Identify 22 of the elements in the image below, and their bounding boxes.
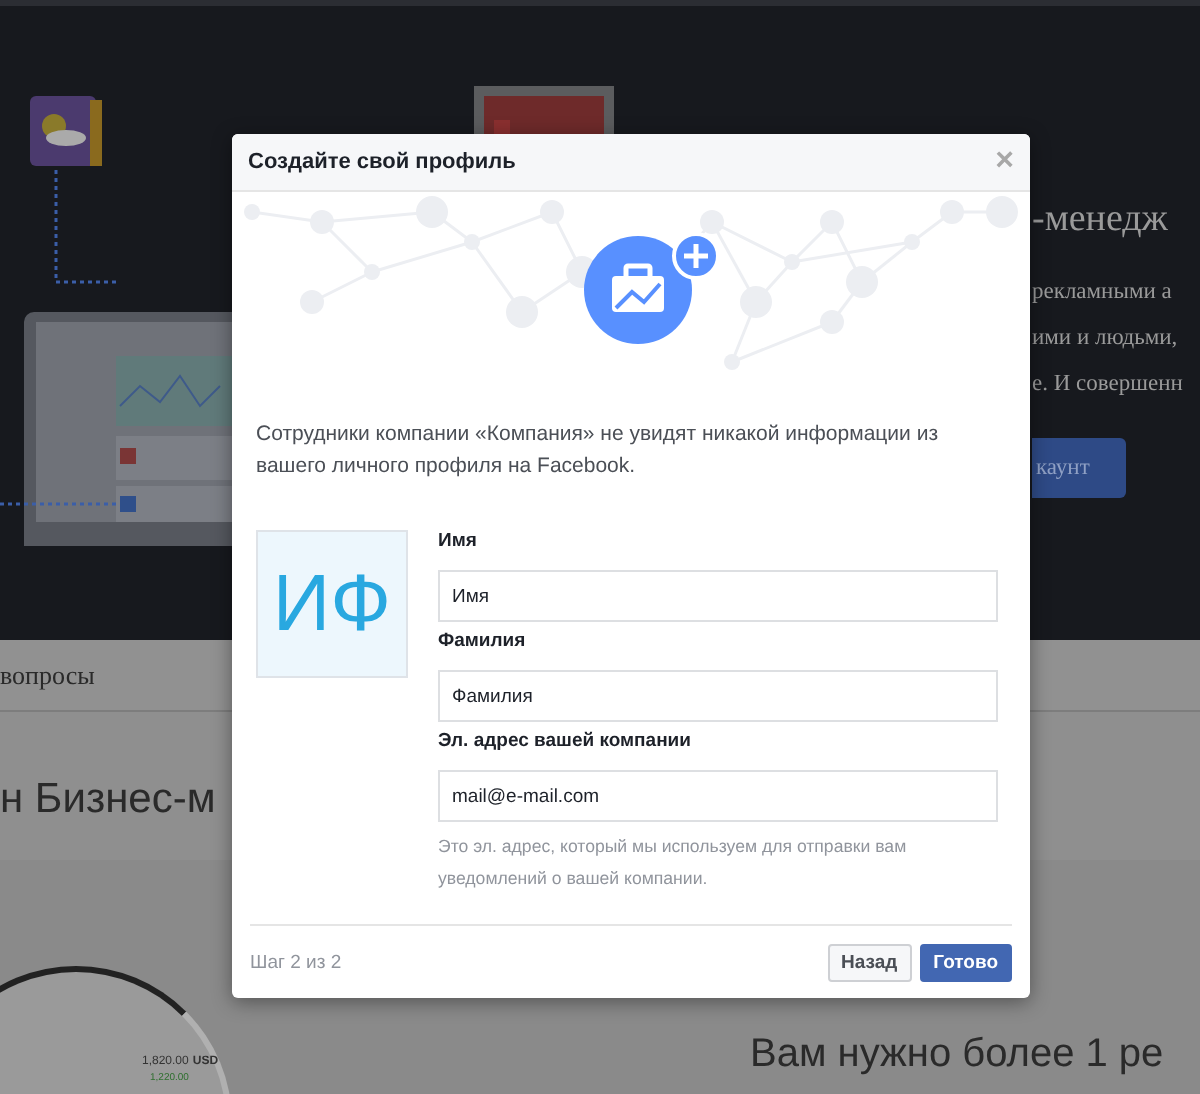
step-text: Шаг 2 из 2 xyxy=(250,952,342,974)
page-text: рекламными а xyxy=(1032,278,1172,308)
description-text: Сотрудники компании «Компания» не увидят никакой информации из вашего личного профиля на Facebook. xyxy=(256,420,941,482)
page-text: ими и людьми, xyxy=(1032,324,1178,354)
field-label: Эл. адрес вашей компании xyxy=(438,730,693,754)
page-text: е. И совершенн xyxy=(1032,370,1183,400)
avatar-initials: ИФ xyxy=(256,530,408,678)
page-heading: -менедж xyxy=(1032,198,1168,242)
nav-link[interactable]: вопросы xyxy=(0,659,95,691)
input-field[interactable]: mail@e-mail.com xyxy=(438,770,998,822)
done-button[interactable]: Готово xyxy=(919,944,1012,982)
back-button[interactable]: Назад xyxy=(827,944,912,982)
picture-frame-drawing xyxy=(474,86,614,136)
input-field[interactable]: Имя xyxy=(438,570,998,622)
section-heading: н Бизнес-м xyxy=(0,774,216,824)
hint-text: Это эл. адрес, который мы используем для отправки вам уведомлений о вашей компании. xyxy=(438,834,909,892)
field-label: Фамилия xyxy=(438,630,528,654)
section-heading: Вам нужно более 1 ре xyxy=(750,1032,1164,1080)
briefcase-add-icon xyxy=(583,232,719,344)
dialog-title: Создайте свой профиль xyxy=(248,150,516,174)
field-label: Имя xyxy=(438,530,479,554)
input-field[interactable]: Фамилия xyxy=(438,670,998,722)
